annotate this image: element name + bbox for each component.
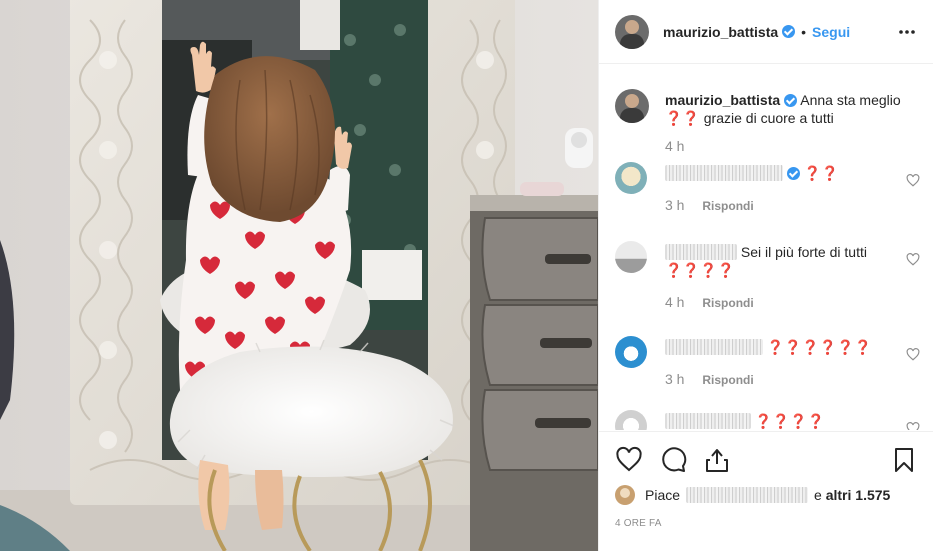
comment-like-heart-icon[interactable] bbox=[906, 422, 920, 430]
comment-time[interactable]: 4 h bbox=[665, 294, 684, 310]
author-info: maurizio_battista • Segui bbox=[663, 24, 850, 40]
comment-text: ❓❓❓❓❓❓ bbox=[766, 339, 872, 355]
post-timestamp[interactable]: 4 ORE FA bbox=[615, 518, 662, 529]
commenter-username-blurred[interactable] bbox=[665, 244, 737, 260]
comment-like-heart-icon[interactable] bbox=[906, 253, 920, 266]
comment-time[interactable]: 3 h bbox=[665, 197, 684, 213]
comment-text-block: ❓❓❓❓❓❓ 3 h Rispondi bbox=[665, 338, 885, 389]
bookmark-icon[interactable] bbox=[890, 446, 918, 474]
comment-text-line2: ❓❓❓❓ bbox=[665, 262, 735, 278]
verified-badge-icon bbox=[784, 94, 798, 107]
likes-joiner: e bbox=[814, 487, 822, 503]
commenter-avatar[interactable] bbox=[615, 336, 647, 368]
commenter-username-blurred[interactable] bbox=[665, 413, 751, 429]
caption-text-block: maurizio_battista Anna sta meglio ❓❓ gra… bbox=[665, 91, 915, 155]
reply-button[interactable]: Rispondi bbox=[702, 296, 753, 310]
caption-text: Anna sta meglio bbox=[800, 92, 901, 108]
photo-illustration bbox=[0, 0, 598, 551]
comment-text-block: Sei il più forte di tutti ❓❓❓❓ 4 h Rispo… bbox=[665, 243, 885, 312]
commenter-username-blurred[interactable] bbox=[665, 339, 763, 355]
liker-username-blurred[interactable] bbox=[686, 487, 809, 503]
post-side-panel: maurizio_battista • Segui maurizio_batti… bbox=[598, 0, 933, 551]
commenter-avatar[interactable] bbox=[615, 241, 647, 273]
author-avatar[interactable] bbox=[615, 14, 649, 49]
share-icon[interactable] bbox=[703, 446, 731, 474]
comment-time[interactable]: 3 h bbox=[665, 371, 684, 387]
comment-meta: 3 h Rispondi bbox=[665, 370, 885, 389]
comment-text: ❓❓ bbox=[803, 165, 839, 181]
caption-author-avatar[interactable] bbox=[615, 89, 649, 123]
comment-like-heart-icon[interactable] bbox=[906, 174, 920, 187]
caption-author-username[interactable]: maurizio_battista bbox=[665, 92, 780, 108]
separator-dot: • bbox=[801, 23, 807, 40]
caption-time[interactable]: 4 h bbox=[665, 138, 684, 154]
follow-button[interactable]: Segui bbox=[812, 24, 850, 40]
verified-badge-icon bbox=[787, 167, 800, 180]
caption-meta: 4 h bbox=[665, 137, 915, 155]
post-header: maurizio_battista • Segui bbox=[599, 0, 933, 64]
heart-icon[interactable] bbox=[615, 446, 643, 474]
post-photo[interactable] bbox=[0, 0, 598, 551]
more-options-icon[interactable] bbox=[898, 24, 916, 40]
caption-rest: grazie di cuore a tutti bbox=[699, 110, 834, 126]
reply-button[interactable]: Rispondi bbox=[702, 199, 753, 213]
commenter-avatar[interactable] bbox=[615, 410, 647, 430]
commenter-avatar[interactable] bbox=[615, 162, 647, 194]
verified-badge-icon bbox=[782, 25, 796, 38]
comment-meta: 3 h Rispondi bbox=[665, 196, 885, 215]
liker-avatar[interactable] bbox=[615, 485, 635, 505]
comments-list[interactable]: maurizio_battista Anna sta meglio ❓❓ gra… bbox=[599, 65, 933, 430]
post-actions-bar: Piace e altri 1.575 4 ORE FA bbox=[599, 431, 933, 551]
comment-text-block: ❓❓❓❓ bbox=[665, 412, 885, 430]
reply-button[interactable]: Rispondi bbox=[702, 373, 753, 387]
caption-emoji: ❓❓ bbox=[665, 110, 700, 126]
likes-others-link[interactable]: altri 1.575 bbox=[826, 487, 891, 503]
comment-text: Sei il più forte di tutti bbox=[740, 244, 867, 260]
comment-meta: 4 h Rispondi bbox=[665, 293, 885, 312]
comment-text-block: ❓❓ 3 h Rispondi bbox=[665, 164, 885, 215]
comment-bubble-icon[interactable] bbox=[659, 446, 687, 474]
commenter-username-blurred[interactable] bbox=[665, 165, 783, 181]
likes-prefix: Piace bbox=[645, 487, 681, 503]
likes-summary: Piace e altri 1.575 bbox=[615, 484, 890, 506]
author-username[interactable]: maurizio_battista bbox=[663, 24, 778, 40]
comment-text: ❓❓❓❓ bbox=[754, 413, 825, 429]
comment-like-heart-icon[interactable] bbox=[906, 348, 920, 361]
